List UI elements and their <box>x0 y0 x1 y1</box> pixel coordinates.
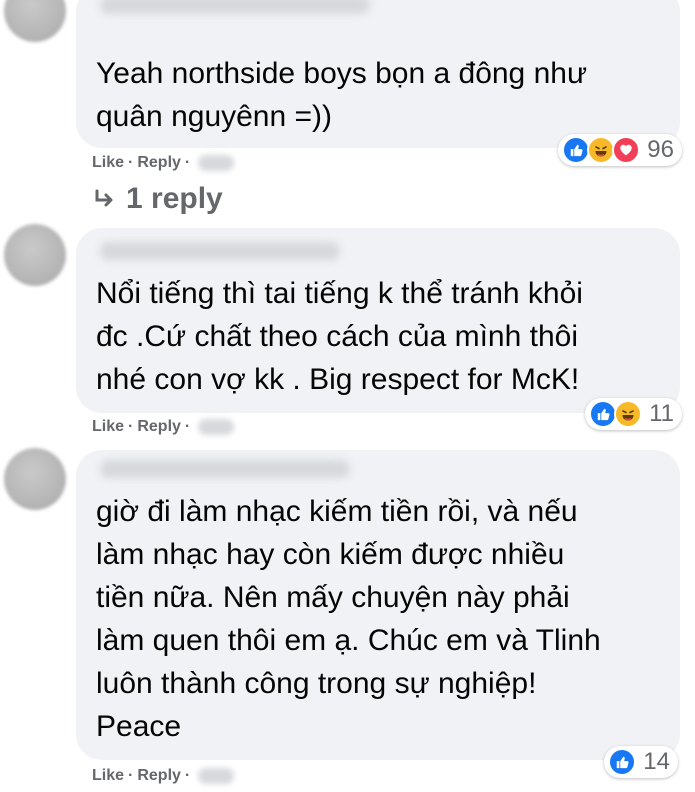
reaction-count: 96 <box>647 136 674 163</box>
reaction-count: 11 <box>649 400 674 427</box>
separator: · <box>128 418 134 435</box>
reaction-count: 14 <box>643 748 670 775</box>
separator: · <box>184 418 191 435</box>
comment-text: Nổi tiếng thì tai tiếng k thể tránh khỏi… <box>96 277 583 396</box>
separator: · <box>184 767 191 784</box>
reply-link[interactable]: Reply <box>137 418 181 436</box>
haha-icon <box>614 400 643 428</box>
timestamp-blurred[interactable] <box>198 155 235 171</box>
commenter-name-blurred[interactable] <box>100 0 370 14</box>
reaction-summary[interactable]: 14 <box>604 746 678 778</box>
commenter-name-blurred[interactable] <box>100 460 350 478</box>
separator: · <box>184 154 191 171</box>
like-icon <box>608 748 637 776</box>
like-icon <box>589 400 618 428</box>
comment-bubble: Yeah northside boys bọn a đông như quân … <box>76 0 682 166</box>
reply-link[interactable]: Reply <box>137 154 181 172</box>
reaction-summary[interactable]: 11 <box>585 398 682 430</box>
comment-actions: Like · Reply · <box>92 765 235 787</box>
comment-actions: Like · Reply · <box>92 152 235 174</box>
commenter-avatar[interactable] <box>4 0 66 42</box>
reply-link[interactable]: Reply <box>137 767 181 785</box>
reaction-summary[interactable]: 96 <box>558 134 682 166</box>
like-link[interactable]: Like <box>92 154 124 172</box>
comment-bubble: Nổi tiếng thì tai tiếng k thể tránh khỏi… <box>76 228 682 430</box>
timestamp-blurred[interactable] <box>198 419 235 435</box>
timestamp-blurred[interactable] <box>198 768 235 784</box>
like-icon <box>562 136 591 164</box>
commenter-avatar[interactable] <box>4 224 66 286</box>
haha-icon <box>587 136 616 164</box>
comment-text: Yeah northside boys bọn a đông như quân … <box>96 57 588 133</box>
comment-text: giờ đi làm nhạc kiếm tiền rồi, và nếu là… <box>96 495 601 743</box>
separator: · <box>128 154 134 171</box>
reply-arrow-icon <box>95 189 113 207</box>
commenter-name-blurred[interactable] <box>100 242 340 260</box>
like-link[interactable]: Like <box>92 767 124 785</box>
view-replies-link[interactable]: 1 reply <box>92 182 223 216</box>
love-icon <box>612 136 641 164</box>
like-link[interactable]: Like <box>92 418 124 436</box>
comment-actions: Like · Reply · <box>92 416 235 438</box>
comment-bubble: giờ đi làm nhạc kiếm tiền rồi, và nếu là… <box>76 450 680 778</box>
separator: · <box>128 767 134 784</box>
replies-count-label: 1 reply <box>126 182 223 215</box>
commenter-avatar[interactable] <box>4 448 66 510</box>
